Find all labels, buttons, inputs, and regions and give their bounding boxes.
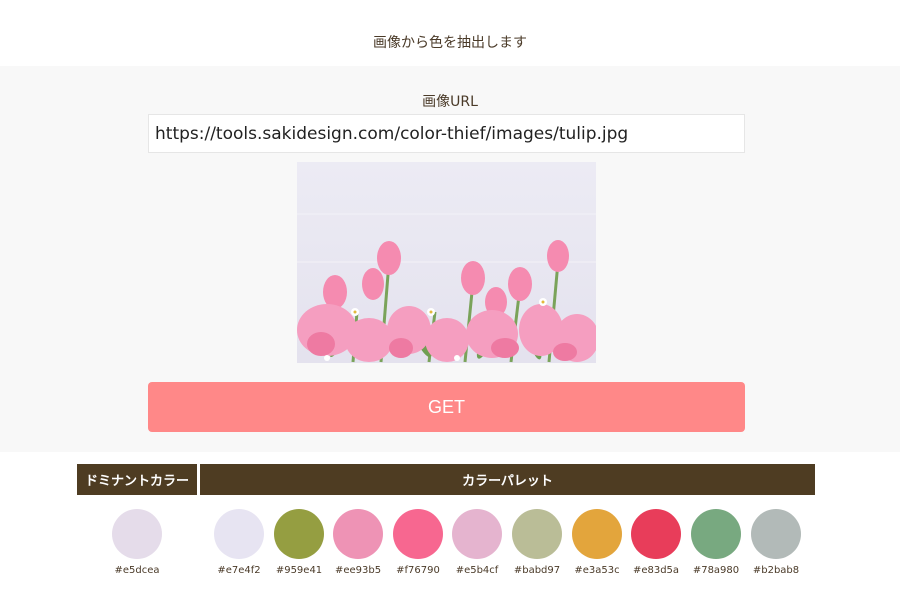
palette-color-hex: #ee93b5 <box>334 565 382 576</box>
palette-color-circle <box>631 509 681 559</box>
palette-color-hex: #78a980 <box>692 565 740 576</box>
palette-color-hex: #babd97 <box>513 565 561 576</box>
dominant-color-circle <box>112 509 162 559</box>
palette-swatch: #f76790 <box>386 509 450 576</box>
dominant-color-hex: #e5dcea <box>114 565 160 576</box>
form-panel: 画像URL https://tools.sakidesign.com/color… <box>0 66 900 452</box>
palette-color-circle <box>751 509 801 559</box>
palette-swatch: #e3a53c <box>565 509 629 576</box>
palette-color-hex: #e5b4cf <box>455 565 499 576</box>
page-title: 画像から色を抽出します <box>373 35 527 51</box>
color-palette-heading: カラーパレット <box>200 464 815 495</box>
palette-swatch: #e83d5a <box>624 509 688 576</box>
palette-swatch: #babd97 <box>505 509 569 576</box>
palette-color-circle <box>214 509 264 559</box>
palette-color-circle <box>333 509 383 559</box>
palette-swatch: #e5b4cf <box>445 509 509 576</box>
dominant-color-heading: ドミナントカラー <box>77 464 197 495</box>
palette-color-circle <box>512 509 562 559</box>
palette-color-hex: #e7e4f2 <box>217 565 261 576</box>
palette-swatch: #959e41 <box>267 509 331 576</box>
url-label: 画像URL <box>422 94 478 110</box>
palette-color-hex: #f76790 <box>396 565 440 576</box>
palette-color-circle <box>691 509 741 559</box>
image-preview <box>297 162 596 363</box>
dominant-swatch: #e5dcea <box>105 509 169 576</box>
image-url-input[interactable] <box>148 114 745 153</box>
palette-color-circle <box>452 509 502 559</box>
palette-color-hex: #e3a53c <box>574 565 620 576</box>
palette-color-hex: #959e41 <box>275 565 323 576</box>
get-button[interactable]: GET <box>148 382 745 432</box>
palette-swatch: #b2bab8 <box>744 509 808 576</box>
palette-swatch: #78a980 <box>684 509 748 576</box>
palette-color-hex: #b2bab8 <box>752 565 800 576</box>
palette-swatch: #ee93b5 <box>326 509 390 576</box>
results-section: ドミナントカラー カラーパレット #e5dcea #e7e4f2 #959e41… <box>77 464 815 594</box>
palette-swatch: #e7e4f2 <box>207 509 271 576</box>
palette-color-circle <box>274 509 324 559</box>
palette-color-circle <box>572 509 622 559</box>
palette-color-hex: #e83d5a <box>632 565 680 576</box>
palette-color-circle <box>393 509 443 559</box>
